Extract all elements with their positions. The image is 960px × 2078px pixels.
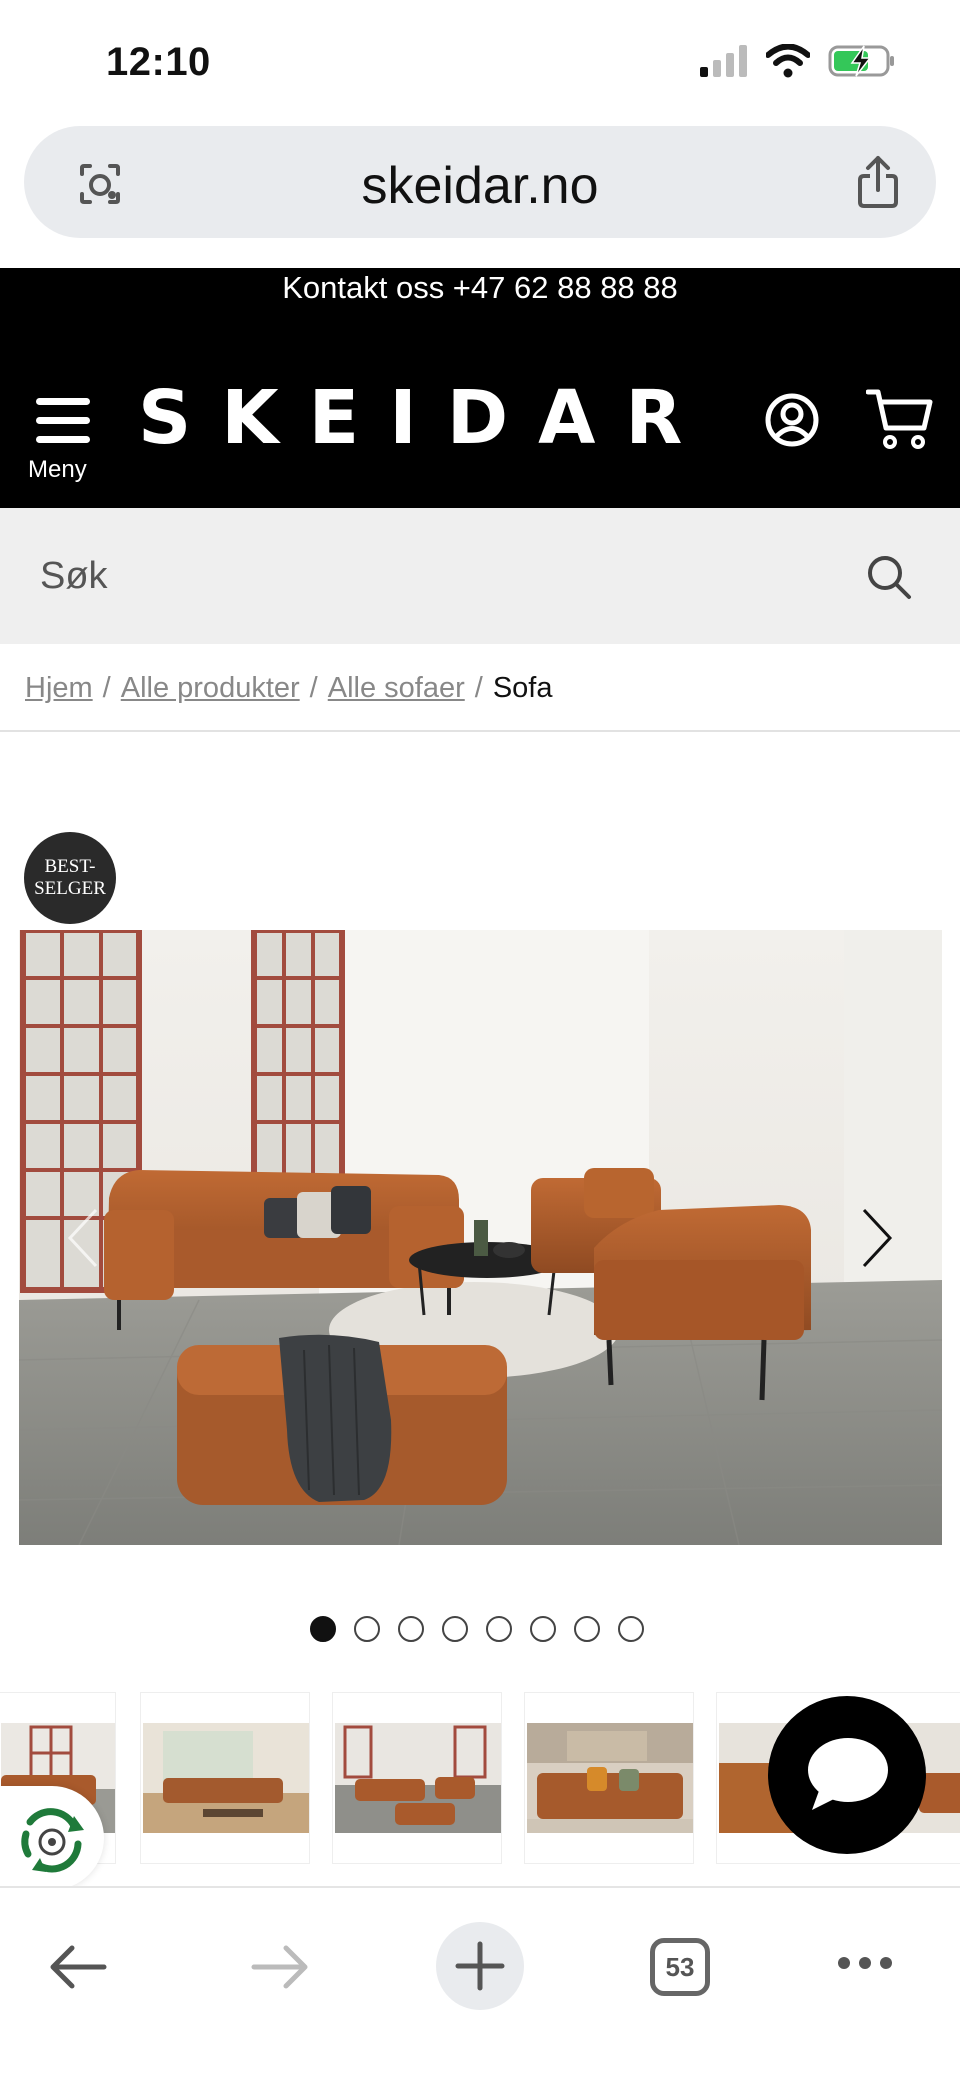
breadcrumb-all-sofas[interactable]: Alle sofaer [328,672,465,705]
wifi-icon [766,44,810,78]
chevron-left-icon[interactable] [64,1206,104,1270]
menu-label: Meny [28,456,87,483]
gallery-dots [310,1616,644,1642]
menu-button[interactable]: Meny [28,388,96,488]
back-arrow-icon[interactable] [48,1942,108,1992]
forward-arrow-icon[interactable] [250,1942,310,1992]
eco-button[interactable] [0,1786,104,1890]
share-icon[interactable] [854,154,902,210]
thumbnail-image [143,1723,309,1833]
search-input[interactable] [40,550,820,602]
product-main-image[interactable] [19,930,942,1545]
site-logo[interactable]: SKEIDAR [138,378,682,458]
bestseller-badge: BEST- SELGER [24,832,116,924]
breadcrumb-separator: / [309,672,318,704]
badge-line-1: BEST- [44,856,96,877]
breadcrumb-current: Sofa [492,672,553,704]
badge-line-2: SELGER [34,878,106,899]
gallery-dot[interactable] [310,1616,336,1642]
chat-button[interactable] [768,1696,926,1854]
breadcrumb-separator: / [474,672,483,704]
plus-icon [455,1941,505,1991]
thumbnail[interactable] [524,1692,694,1864]
cart-icon[interactable] [866,388,934,450]
breadcrumb-separator: / [102,672,111,704]
tab-switcher-button[interactable]: 53 [650,1938,710,1996]
cellular-signal-icon [700,45,747,77]
battery-charging-icon [828,45,894,77]
url-text[interactable]: skeidar.no [24,156,936,216]
gallery-dot[interactable] [574,1616,600,1642]
new-tab-button[interactable] [436,1922,524,2010]
thumbnail[interactable] [140,1692,310,1864]
eco-icon [21,1808,84,1873]
search-bar [0,508,960,644]
status-bar: 12:10 [0,0,960,120]
menu-icon [36,398,90,444]
status-time: 12:10 [106,40,211,84]
breadcrumb: Hjem / Alle produkter / Alle sofaer / So… [25,672,552,705]
more-icon[interactable] [836,1952,894,1974]
account-icon[interactable] [764,392,820,448]
thumbnail-image [335,1723,501,1833]
browser-toolbar: 53 [0,1886,960,2078]
contact-link[interactable]: Kontakt oss +47 62 88 88 88 [0,270,960,306]
gallery-dot[interactable] [530,1616,556,1642]
address-bar[interactable]: skeidar.no [24,126,936,238]
status-icons [700,44,896,78]
chat-icon [808,1738,888,1810]
divider [0,730,960,732]
gallery-dot[interactable] [442,1616,468,1642]
breadcrumb-home[interactable]: Hjem [25,672,93,705]
breadcrumb-all-products[interactable]: Alle produkter [121,672,300,705]
gallery-dot[interactable] [486,1616,512,1642]
search-icon[interactable] [866,554,912,600]
gallery-dot[interactable] [618,1616,644,1642]
gallery-dot[interactable] [398,1616,424,1642]
gallery-dot[interactable] [354,1616,380,1642]
chevron-right-icon[interactable] [856,1206,896,1270]
thumbnail-image [527,1723,693,1833]
thumbnail[interactable] [332,1692,502,1864]
sofa-scene-image [19,930,942,1545]
